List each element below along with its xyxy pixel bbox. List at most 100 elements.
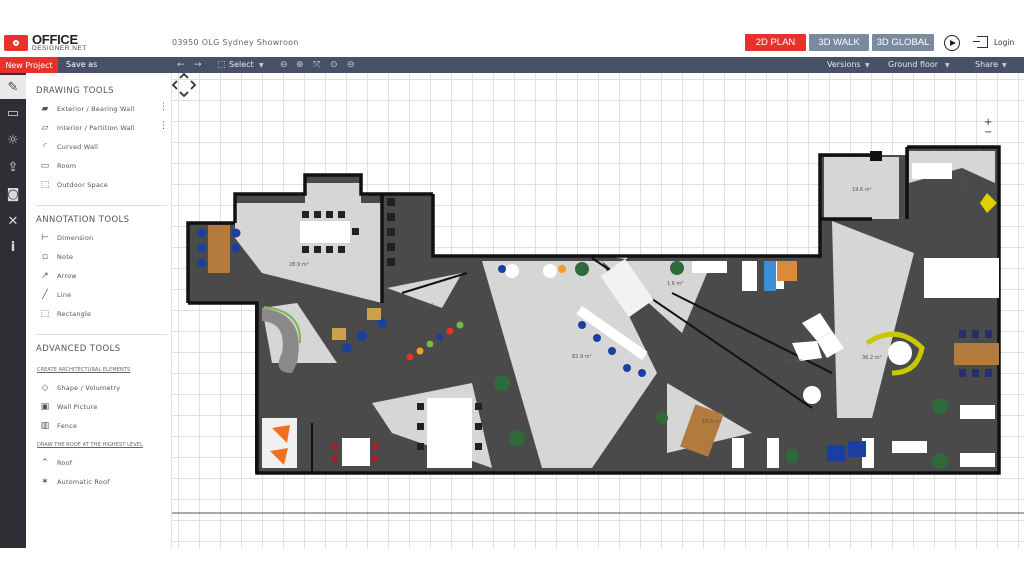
draw-roof-link[interactable]: DRAW THE ROOF AT THE HIGHEST LEVEL — [37, 442, 143, 448]
dimension-icon: ⊢ — [40, 233, 50, 243]
pan-control-icon[interactable] — [172, 73, 196, 97]
tool-fence[interactable]: ▥ Fence — [38, 421, 77, 431]
logo[interactable]: OFFICE DESIGNER.NET — [4, 33, 87, 53]
tool-wall-picture[interactable]: ▣ Wall Picture — [38, 402, 98, 412]
share-chevron-icon[interactable]: ▼ — [1002, 60, 1007, 72]
fence-icon: ▥ — [40, 421, 50, 431]
view-2d-plan-button[interactable]: 2D PLAN — [745, 34, 806, 51]
picture-icon: ▣ — [40, 402, 50, 412]
room-label: 16.8 m² — [702, 419, 722, 425]
bench-table — [208, 225, 230, 273]
room-icon: ▭ — [40, 161, 50, 171]
tool-curved-wall[interactable]: ◜ Curved Wall — [38, 142, 98, 152]
view-3d-global-button[interactable]: 3D GLOBAL — [872, 34, 934, 51]
view-3d-walk-button[interactable]: 3D WALK — [809, 34, 869, 51]
magic-roof-icon: ✶ — [41, 477, 49, 487]
room-label: 54.1 m² — [782, 359, 802, 365]
divider — [36, 205, 167, 206]
redo-icon[interactable]: → — [194, 59, 202, 71]
info-icon[interactable]: i — [0, 235, 26, 259]
tool-shape-volumetry[interactable]: ◇ Shape / Volumetry — [38, 383, 120, 393]
floor-plan[interactable]: 28.9 m² 5.2 m² 1.6 m² 82.9 m² 19.6 m² 16… — [172, 73, 1024, 548]
wall-icon: ▰ — [41, 104, 49, 114]
floor-dropdown[interactable]: Ground floor — [888, 60, 938, 69]
project-name[interactable]: 03950 OLG Sydney Showroon — [172, 38, 299, 47]
login-icon — [973, 36, 988, 48]
tool-rectangle[interactable]: ⬚ Rectangle — [38, 309, 91, 319]
zoom-minus-icon[interactable]: − — [984, 127, 992, 138]
versions-chevron-icon[interactable]: ▼ — [865, 60, 870, 72]
logo-mark-icon — [4, 35, 28, 51]
tool-automatic-roof[interactable]: ✶ Automatic Roof — [38, 477, 110, 487]
outdoor-space-icon: ⬚ — [40, 180, 50, 190]
rectangle-icon: ⬚ — [40, 309, 50, 319]
room-label: 28.9 m² — [289, 262, 309, 268]
tool-line[interactable]: ╱ Line — [38, 290, 71, 300]
column — [870, 151, 882, 161]
share-dropdown[interactable]: Share — [975, 60, 998, 69]
top-bar: OFFICE DESIGNER.NET 03950 OLG Sydney Sho… — [0, 29, 1024, 57]
tools-icon[interactable]: ✕ — [0, 209, 26, 233]
sun-icon[interactable]: ☼ — [0, 128, 26, 152]
select-icon[interactable]: ⬚ — [217, 59, 226, 71]
login-button[interactable]: Login — [973, 36, 1015, 48]
zoom-out-icon[interactable]: ⊖ — [280, 59, 288, 71]
room-label: 82.9 m² — [572, 354, 592, 360]
export-icon[interactable]: ⇪ — [0, 155, 26, 179]
center-icon[interactable]: ⊙ — [330, 59, 338, 71]
blue-sofa — [764, 261, 776, 291]
room-label: 1.6 m² — [667, 281, 683, 287]
orange-table — [777, 261, 797, 281]
plan-canvas[interactable]: 28.9 m² 5.2 m² 1.6 m² 82.9 m² 19.6 m² 16… — [172, 73, 1024, 548]
camera-icon[interactable]: ◙ — [0, 182, 26, 206]
arrow-icon: ↗ — [41, 271, 49, 281]
round-booth-table — [888, 341, 912, 365]
tool-note[interactable]: ▫ Note — [38, 252, 73, 262]
blue-armchair — [827, 445, 845, 461]
sofa-icon[interactable]: ▭ — [0, 101, 26, 125]
drawing-tools-title: DRAWING TOOLS — [36, 86, 114, 96]
zoom-in-icon[interactable]: ⊕ — [296, 59, 304, 71]
icon-sidebar: ✎ ▭ ☼ ⇪ ◙ ✕ i — [0, 73, 26, 548]
cube-icon: ◇ — [41, 383, 49, 393]
partition-wall-icon: ▱ — [41, 123, 49, 133]
note-icon: ▫ — [41, 252, 49, 262]
fit-screen-icon[interactable]: ⤧ — [313, 59, 320, 71]
main-toolbar: New Project Save as ← → ⬚ Select ▼ ⊖ ⊕ ⤧… — [0, 57, 1024, 73]
room-label: 5.2 m² — [417, 303, 433, 309]
advanced-tools-title: ADVANCED TOOLS — [36, 344, 121, 354]
login-label: Login — [994, 37, 1015, 47]
room-label: 19.6 m² — [852, 187, 872, 193]
new-project-button[interactable]: New Project — [0, 57, 58, 73]
save-as-button[interactable]: Save as — [66, 60, 97, 69]
floor-chevron-icon[interactable]: ▼ — [945, 60, 950, 72]
tool-outdoor-space[interactable]: ⬚ Outdoor Space — [38, 180, 108, 190]
line-icon: ╱ — [42, 290, 48, 300]
blue-armchair — [848, 441, 866, 457]
room-label: 16.4 m² — [947, 182, 967, 188]
right-wood-table — [954, 343, 999, 365]
divider — [36, 334, 167, 335]
select-dropdown[interactable]: Select — [229, 60, 254, 69]
tool-exterior-wall[interactable]: ▰ Exterior / Bearing Wall — [38, 104, 134, 114]
versions-dropdown[interactable]: Versions — [827, 60, 861, 69]
white-desk — [342, 438, 370, 466]
tool-room[interactable]: ▭ Room — [38, 161, 76, 171]
select-chevron-icon[interactable]: ▼ — [259, 60, 264, 72]
room-label: 36.2 m² — [862, 355, 882, 361]
tool-dimension[interactable]: ⊢ Dimension — [38, 233, 93, 243]
undo-icon[interactable]: ← — [177, 59, 185, 71]
roof-icon: ⌃ — [41, 458, 49, 468]
tool-roof[interactable]: ⌃ Roof — [38, 458, 72, 468]
more-options-icon[interactable]: ⋮ — [159, 102, 168, 112]
annotation-tools-title: ANNOTATION TOOLS — [36, 215, 130, 225]
play-icon[interactable] — [944, 35, 960, 51]
create-architectural-link[interactable]: CREATE ARCHITECTURAL ELEMENTS — [37, 367, 130, 373]
meeting-table — [300, 221, 350, 243]
tool-interior-wall[interactable]: ▱ Interior / Partition Wall — [38, 123, 135, 133]
tool-arrow[interactable]: ↗ Arrow — [38, 271, 77, 281]
more-options-icon[interactable]: ⋮ — [159, 121, 168, 131]
minus-circle-icon[interactable]: ⊖ — [347, 59, 355, 71]
pencil-ruler-icon[interactable]: ✎ — [0, 75, 26, 99]
curved-wall-icon: ◜ — [43, 142, 47, 152]
